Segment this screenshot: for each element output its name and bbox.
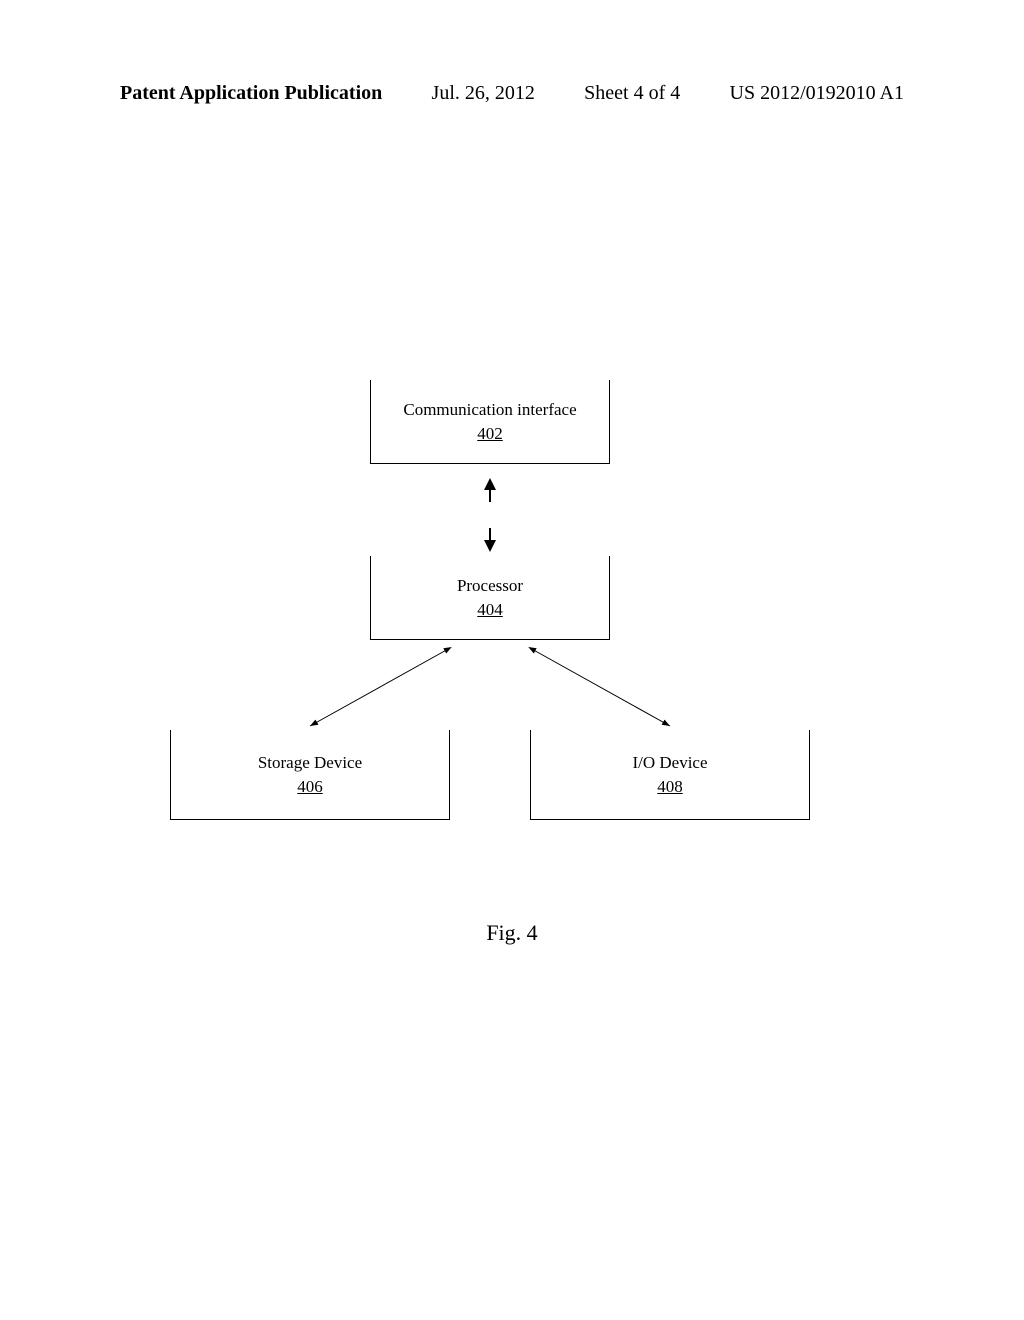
block-label: I/O Device: [632, 753, 707, 773]
block-storage-device: Storage Device 406: [170, 730, 450, 820]
figure-caption: Fig. 4: [0, 920, 1024, 946]
block-label: Storage Device: [258, 753, 362, 773]
block-ref: 408: [657, 777, 683, 797]
diagram-area: Communication interface 402 Processor 40…: [0, 0, 1024, 1320]
block-io-device: I/O Device 408: [530, 730, 810, 820]
connector-processor-io: [0, 0, 1024, 1320]
block-ref: 406: [297, 777, 323, 797]
